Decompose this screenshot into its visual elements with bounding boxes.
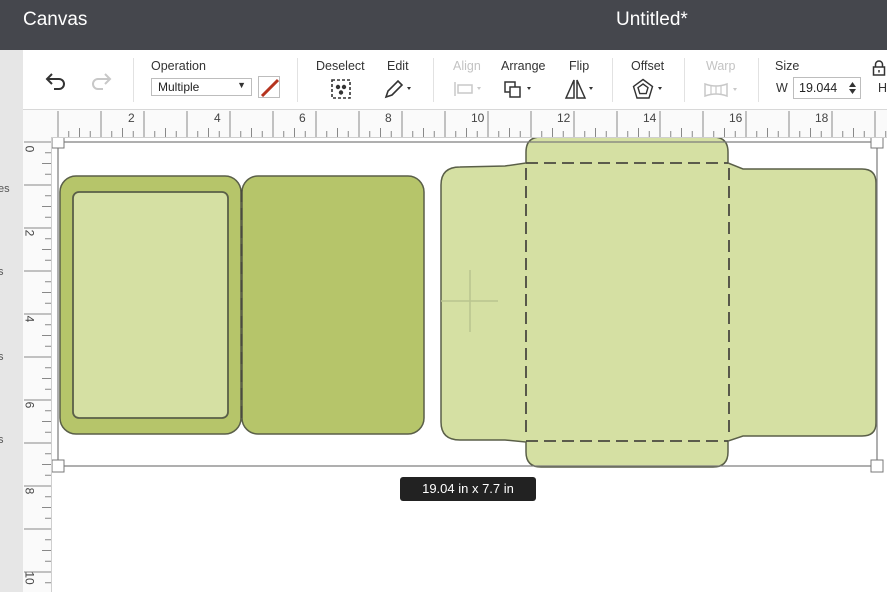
pen-color-swatch[interactable]: [258, 76, 280, 98]
toolbar-divider: [297, 58, 298, 102]
operation-label: Operation: [151, 59, 206, 73]
horizontal-ruler: 2 4 6 8 10 12 14 16 18: [23, 110, 887, 138]
redo-icon[interactable]: [89, 71, 113, 91]
undo-icon[interactable]: [44, 71, 68, 91]
side-panel-label[interactable]: s: [0, 266, 4, 278]
resize-handle[interactable]: [52, 138, 65, 149]
envelope-shape[interactable]: [440, 138, 877, 468]
arrange-label: Arrange: [501, 59, 546, 73]
deselect-icon[interactable]: [330, 78, 352, 100]
design-canvas[interactable]: [52, 138, 887, 592]
vertical-ruler: 0 2 4 6 8 10: [22, 137, 52, 592]
operation-select[interactable]: Multiple ▼: [151, 78, 252, 96]
flip-label: Flip: [569, 59, 590, 73]
ruler-number: 8: [385, 111, 392, 125]
ruler-number: 0: [22, 145, 37, 153]
edit-pencil-icon[interactable]: [383, 78, 415, 100]
ruler-ticks: [24, 141, 51, 584]
toolbar-divider: [133, 58, 134, 102]
align-label: Align: [453, 59, 481, 73]
resize-handle[interactable]: [870, 138, 884, 149]
arrange-icon[interactable]: [502, 79, 538, 99]
width-input[interactable]: 19.044: [793, 77, 861, 99]
lock-icon[interactable]: [872, 60, 886, 76]
warp-icon[interactable]: [703, 80, 743, 100]
card-back-shape[interactable]: [241, 175, 425, 435]
edit-label: Edit: [387, 59, 409, 73]
toolbar-divider: [612, 58, 613, 102]
offset-label: Offset: [631, 59, 665, 73]
side-panel-label[interactable]: s: [0, 434, 4, 446]
align-icon[interactable]: [452, 79, 486, 99]
pen-color-icon: [260, 78, 279, 97]
title-bar: Canvas Untitled*: [0, 0, 887, 50]
ruler-number: 16: [729, 111, 743, 125]
toolbar-divider: [684, 58, 685, 102]
ruler-number: 18: [815, 111, 829, 125]
resize-handle[interactable]: [870, 459, 884, 473]
operation-value: Multiple: [158, 80, 200, 94]
ruler-number: 4: [214, 111, 221, 125]
left-side-panel: es s s s: [0, 50, 23, 592]
side-panel-label[interactable]: es: [0, 183, 10, 195]
flip-icon[interactable]: [563, 78, 599, 100]
app-title: Canvas: [23, 9, 88, 30]
resize-handle[interactable]: [52, 459, 65, 473]
stepper-icon[interactable]: [848, 81, 857, 95]
toolbar-divider: [433, 58, 434, 102]
ruler-ticks: [57, 111, 887, 137]
warp-label: Warp: [706, 59, 736, 73]
ruler-number: 4: [22, 315, 37, 323]
offset-icon[interactable]: [632, 78, 668, 100]
ruler-number: 12: [557, 111, 571, 125]
size-label: Size: [775, 59, 800, 73]
width-label: W: [776, 81, 788, 95]
side-panel-label[interactable]: s: [0, 351, 4, 363]
width-value: 19.044: [799, 81, 838, 95]
deselect-label: Deselect: [316, 59, 365, 73]
size-tooltip: 19.04 in x 7.7 in: [400, 477, 536, 501]
ruler-number: 10: [22, 571, 37, 585]
ruler-number: 8: [22, 487, 37, 495]
ruler-number: 2: [128, 111, 135, 125]
card-inner-panel[interactable]: [72, 191, 229, 419]
height-label: H: [878, 81, 887, 95]
ruler-number: 10: [471, 111, 485, 125]
toolbar-divider: [758, 58, 759, 102]
toolbar: Operation Multiple ▼ Deselect Edit Align…: [0, 50, 887, 110]
chevron-down-icon: ▼: [237, 80, 246, 90]
ruler-number: 6: [299, 111, 306, 125]
ruler-number: 14: [643, 111, 657, 125]
ruler-number: 6: [22, 401, 37, 409]
document-title[interactable]: Untitled*: [616, 9, 688, 31]
ruler-number: 2: [22, 229, 37, 237]
